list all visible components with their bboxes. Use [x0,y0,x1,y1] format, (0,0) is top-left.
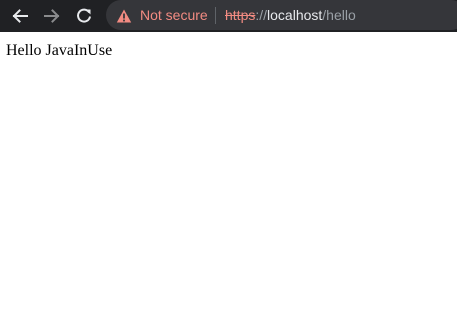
security-status-label[interactable]: Not secure [140,7,208,23]
page-body-text: Hello JavaInUse [6,42,113,59]
forward-button[interactable] [40,4,64,28]
url-separator: :// [255,7,268,23]
browser-toolbar: Not secure https://localhost/hello [0,0,457,32]
warning-triangle-icon[interactable] [116,8,132,24]
forward-arrow-icon [44,9,60,23]
reload-icon [77,8,91,23]
address-bar-divider [215,7,216,24]
reload-button[interactable] [72,4,96,28]
back-button[interactable] [8,4,32,28]
url-path: /hello [322,7,356,23]
url-host: localhost [267,7,323,23]
url-scheme: https [225,7,256,23]
url-text[interactable]: https://localhost/hello [225,7,356,23]
back-arrow-icon [12,9,28,23]
